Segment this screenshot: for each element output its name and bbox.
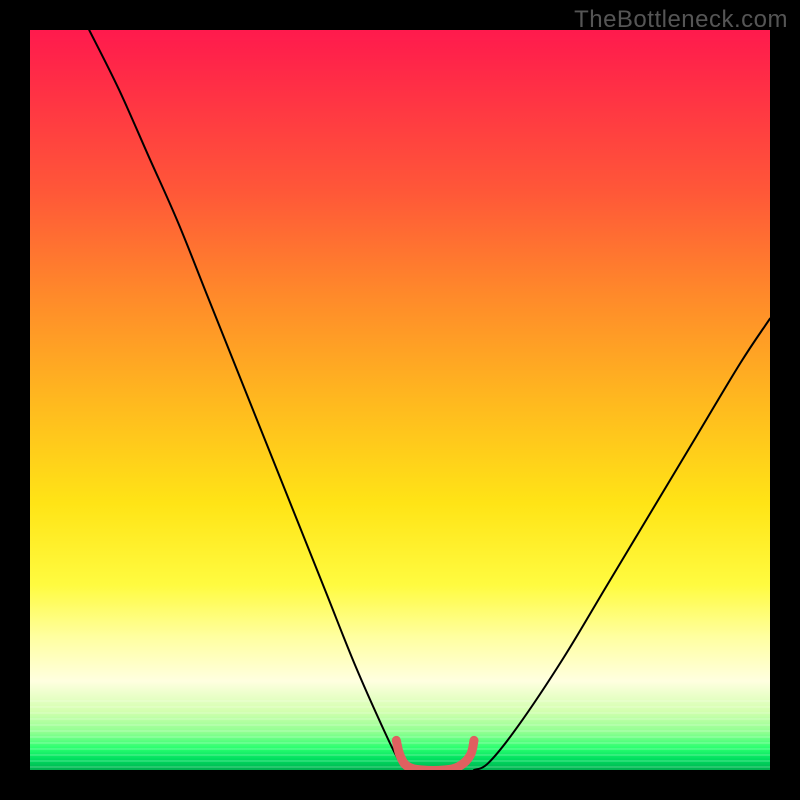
left-curve bbox=[89, 30, 407, 770]
chart-frame: TheBottleneck.com bbox=[0, 0, 800, 800]
curve-layer bbox=[89, 30, 770, 770]
valley-highlight bbox=[396, 740, 474, 770]
right-curve bbox=[474, 319, 770, 770]
plot-area bbox=[30, 30, 770, 770]
curves-svg bbox=[30, 30, 770, 770]
